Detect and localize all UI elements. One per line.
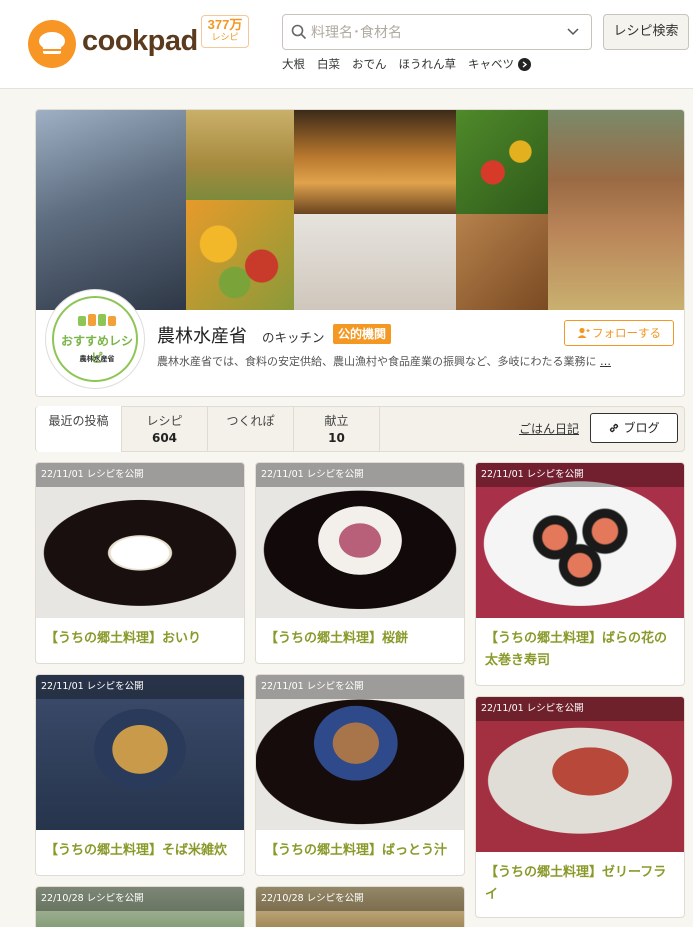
keyword-link[interactable]: キャベツ [468,57,514,71]
tab-menus[interactable]: 献立 10 [294,406,380,452]
kitchen-description: 農林水産省では、食料の安定供給、農山漁村や食品産業の振興など、多岐にわたる業務に… [157,353,677,369]
publish-date: 22/11/01 レシピを公開 [256,463,464,487]
cover-photo-cow [548,110,684,310]
recipe-title-line: イ [485,887,499,902]
publish-date: 22/10/28 レシピを公開 [36,887,244,911]
cover-photo-nuts [456,214,548,310]
tab-label: 最近の投稿 [48,414,109,428]
tab-count: 604 [151,431,178,445]
recipe-count-unit: レシピ [211,33,239,43]
recipe-card[interactable]: 22/11/01 レシピを公開 【うちの郷土料理】桜餅 [255,462,465,664]
publish-date: 22/11/01 レシピを公開 [36,675,244,699]
site-header: cookpad 377万 レシピ レシピ検索 大根白菜おでんほうれん草キャベツ [0,0,693,89]
follow-button[interactable]: フォローする [564,320,674,346]
link-icon [610,423,619,433]
recipe-count-badge: 377万 レシピ [201,15,249,48]
kitchen-description-text: 農林水産省では、食料の安定供給、農山漁村や食品産業の振興など、多岐にわたる業務に [157,355,597,368]
avatar-emblem: おすすめレシピ 農林水産省 [52,296,138,382]
follow-button-label: フォローする [592,326,661,340]
keyword-link[interactable]: 白菜 [317,57,340,71]
cover-photo-fruits [186,200,294,310]
cover-photo-meal [294,214,456,310]
tab-label: つくれぽ [226,414,275,428]
recipe-count: 377万 [207,17,243,32]
recipe-card[interactable]: 22/11/01 レシピを公開 【うちの郷土料理】ばっとう汁 [255,674,465,876]
recipe-card[interactable]: 22/10/28 レシピを公開 [35,886,245,927]
recipe-card[interactable]: 22/11/01 レシピを公開 【うちの郷土料理】そば米雑炊 [35,674,245,876]
search-input[interactable] [311,21,561,45]
recipe-title[interactable]: 【うちの郷土料理】桜餅 [265,628,408,650]
gohan-diary-link[interactable]: ごはん日記 [519,420,579,437]
tab-recent-posts[interactable]: 最近の投稿 [35,406,122,452]
add-user-icon [577,327,590,338]
tab-recipes[interactable]: レシピ 604 [122,406,208,452]
kitchen-name-suffix: のキッチン [262,330,325,345]
recipe-card[interactable]: 22/11/01 レシピを公開 【うちの郷土料理】ばらの花の 太巻き寿司 [475,462,685,686]
cover-photo-vegetables [456,110,548,214]
recipe-card[interactable]: 22/11/01 レシピを公開 【うちの郷土料理】ゼリーフラ イ [475,696,685,918]
search-button[interactable]: レシピ検索 [603,14,689,50]
keyword-link[interactable]: おでん [352,57,387,71]
search-icon [291,24,307,40]
recipe-title-line: 【うちの郷土料理】ゼリーフラ [485,865,667,880]
kitchen-tabs: 最近の投稿 レシピ 604 つくれぽ 献立 10 ごはん日記 ブログ [35,406,685,452]
logo-wordmark[interactable]: cookpad [82,25,198,58]
publish-date: 22/10/28 レシピを公開 [256,887,464,911]
keyword-link[interactable]: ほうれん草 [399,57,457,71]
tab-tsukurepo[interactable]: つくれぽ [208,406,294,452]
recipe-title[interactable]: 【うちの郷土料理】ゼリーフラ イ [485,862,666,906]
tab-label: 献立 [324,414,349,428]
keyword-link[interactable]: 大根 [282,57,305,71]
tab-count: 10 [328,431,345,445]
chevron-down-icon[interactable] [567,28,579,36]
avatar-sub-text: 農林水産省 [79,355,115,363]
recipe-title[interactable]: 【うちの郷土料理】そば米雑炊 [45,840,227,862]
keyword-list: 大根 白菜 おでん ほうれん草 キャベツ [282,56,526,74]
recipe-title-line: 太巻き寿司 [485,653,551,668]
cover-photo-tuna [36,110,186,310]
search-box[interactable] [282,14,592,50]
cookpad-logo-icon[interactable] [28,20,76,68]
recipe-title[interactable]: 【うちの郷土料理】おいり [45,628,201,650]
chef-hat-icon [78,314,116,326]
official-badge: 公的機関 [333,324,392,344]
blog-button-label: ブログ [623,421,660,435]
publish-date: 22/11/01 レシピを公開 [36,463,244,487]
kitchen-avatar[interactable]: おすすめレシピ 農林水産省 [46,290,144,388]
recipe-card[interactable]: 22/10/28 レシピを公開 [255,886,465,927]
description-more-link[interactable]: … [600,355,611,368]
kitchen-name: 農林水産省 [157,326,247,347]
cover-photo-pots [294,110,456,214]
recipe-title-line: 【うちの郷土料理】ばらの花の [485,631,668,646]
kitchen-profile-card: おすすめレシピ 農林水産省 農林水産省 のキッチン 公的機関 フォローする 農林… [35,109,685,397]
keyword-next-icon[interactable] [518,58,531,71]
tab-label: レシピ [146,414,183,428]
blog-button[interactable]: ブログ [590,413,678,443]
publish-date: 22/11/01 レシピを公開 [476,463,684,487]
cover-photo-rice [186,110,294,200]
recipe-card[interactable]: 22/11/01 レシピを公開 【うちの郷土料理】おいり [35,462,245,664]
recipe-title[interactable]: 【うちの郷土料理】ばらの花の 太巻き寿司 [485,628,667,672]
recipe-title[interactable]: 【うちの郷土料理】ばっとう汁 [265,840,447,862]
publish-date: 22/11/01 レシピを公開 [256,675,464,699]
publish-date: 22/11/01 レシピを公開 [476,697,684,721]
